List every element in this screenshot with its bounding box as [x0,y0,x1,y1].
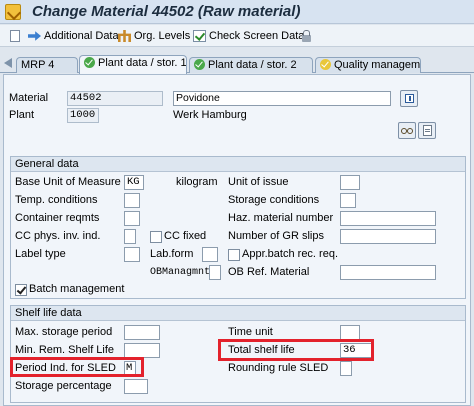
ob-ref-material-label: OB Ref. Material [228,266,310,278]
menu-icon[interactable] [5,4,21,20]
cc-fixed-checkbox[interactable] [150,231,162,243]
group-title: Shelf life data [11,306,465,321]
glasses-icon [401,127,414,134]
gr-slips-field[interactable] [340,229,436,244]
check-screen-data-label: Check Screen Data [209,30,305,42]
additional-data-button[interactable]: Additional Data [28,28,119,44]
base-uom-field[interactable]: KG [124,175,144,190]
ob-managmnt-label: OBManagmnt [150,267,211,278]
material-description-field[interactable]: Povidone [173,91,391,106]
display-button[interactable] [398,122,416,139]
lab-form-field[interactable] [202,247,218,262]
document-icon [423,125,432,136]
base-uom-label: Base Unit of Measure [15,176,121,188]
ob-managmnt-field[interactable] [209,265,221,280]
org-structure-icon [118,30,131,42]
tab-label: MRP 4 [21,59,55,71]
tab-plant-data-stor-2[interactable]: Plant data / stor. 2 [189,57,313,73]
document-button[interactable] [418,122,436,139]
min-rem-shelf-life-label: Min. Rem. Shelf Life [15,344,115,356]
cc-phys-inv-field[interactable] [124,229,136,244]
max-storage-field[interactable] [124,325,160,340]
highlight-total-shelf-life [218,339,374,361]
container-reqmts-label: Container reqmts [15,212,100,224]
material-label: Material [9,92,49,104]
min-rem-shelf-life-field[interactable] [124,343,160,358]
label-type-field[interactable] [124,247,140,262]
info-icon [405,94,414,103]
batch-management-label: Batch management [29,283,125,295]
material-field[interactable]: 44502 [67,91,163,106]
new-document-button[interactable] [10,28,23,44]
tab-mrp4[interactable]: MRP 4 [16,57,78,73]
plant-label: Plant [9,109,35,121]
appr-batch-label: Appr.batch rec. req. [242,248,338,260]
application-toolbar: Additional Data Org. Levels Check Screen… [0,25,474,47]
time-unit-field[interactable] [340,325,360,340]
check-icon [194,59,205,70]
gr-slips-label: Number of GR slips [228,230,324,242]
title-bar: Change Material 44502 (Raw material) [0,0,474,24]
check-icon [193,30,206,42]
time-unit-label: Time unit [228,326,273,338]
appr-batch-checkbox[interactable] [228,249,240,261]
base-uom-text: kilogram [176,176,218,188]
org-levels-button[interactable]: Org. Levels [118,28,190,44]
tab-label: Plant data / stor. 2 [208,59,297,71]
rounding-rule-sled-label: Rounding rule SLED [228,362,329,374]
tab-plant-data-stor-1[interactable]: Plant data / stor. 1 [79,55,187,74]
lock-icon [302,30,311,42]
unit-of-issue-field[interactable] [340,175,360,190]
lock-button[interactable] [302,28,314,44]
storage-conditions-label: Storage conditions [228,194,320,206]
storage-conditions-field[interactable] [340,193,356,208]
container-reqmts-field[interactable] [124,211,140,226]
max-storage-label: Max. storage period [15,326,113,338]
tab-scroll-left-icon[interactable] [4,58,12,68]
temp-conditions-label: Temp. conditions [15,194,98,206]
group-title: General data [11,157,465,172]
check-icon [320,59,331,70]
batch-management-checkbox[interactable] [15,284,27,296]
additional-data-label: Additional Data [44,30,119,42]
org-levels-label: Org. Levels [134,30,191,42]
storage-percentage-field[interactable] [124,379,148,394]
check-screen-data-button[interactable]: Check Screen Data [193,28,304,44]
plant-field[interactable]: 1000 [67,108,99,123]
tab-label: Quality managem... [334,59,421,71]
general-data-group: General data Base Unit of Measure KG kil… [10,156,466,299]
arrow-right-icon [28,31,41,41]
tab-content: Material 44502 Povidone Plant 1000 Werk … [3,74,471,406]
tab-strip: MRP 4 Plant data / stor. 1 Plant data / … [0,53,474,74]
unit-of-issue-label: Unit of issue [228,176,289,188]
lab-form-label: Lab.form [150,248,194,260]
ob-ref-material-field[interactable] [340,265,436,280]
tab-label: Plant data / stor. 1 [98,57,187,69]
check-icon [84,57,95,68]
info-button[interactable] [400,90,418,107]
highlight-period-ind-sled [10,357,144,377]
new-document-icon [10,30,20,42]
haz-material-field[interactable] [340,211,436,226]
temp-conditions-field[interactable] [124,193,140,208]
label-type-label: Label type [15,248,66,260]
plant-description: Werk Hamburg [173,109,247,121]
tab-quality-management[interactable]: Quality managem... [315,57,421,73]
haz-material-label: Haz. material number [228,212,334,224]
storage-percentage-label: Storage percentage [15,380,112,392]
window-title: Change Material 44502 (Raw material) [32,3,301,20]
cc-fixed-label: CC fixed [164,230,207,242]
rounding-rule-sled-field[interactable] [340,361,352,376]
cc-phys-inv-label: CC phys. inv. ind. [15,230,101,242]
